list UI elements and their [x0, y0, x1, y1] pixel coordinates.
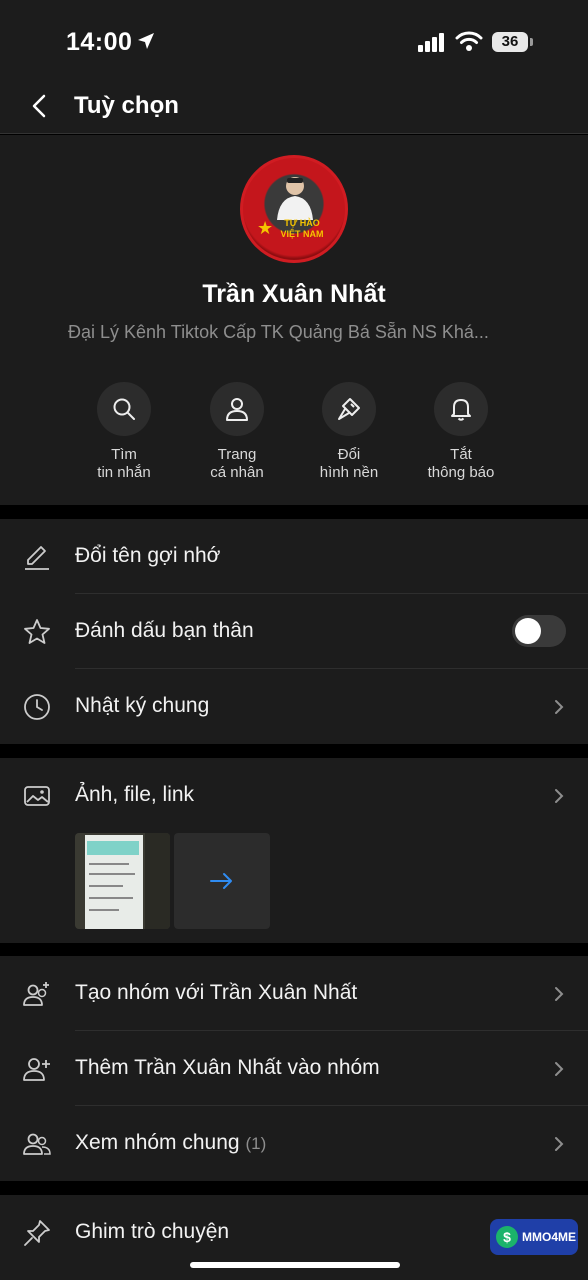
chevron-left-icon [32, 94, 46, 118]
create-group-icon [23, 982, 49, 1006]
best-friend-row: Đánh dấu bạn thân [0, 594, 588, 669]
best-friend-toggle[interactable] [512, 615, 566, 647]
toggle-knob [515, 618, 541, 644]
bell-icon [434, 382, 488, 436]
media-section: Ảnh, file, link [0, 758, 588, 943]
action-mute-notifications[interactable]: Tắt thông báo [406, 382, 516, 482]
profile-name: Trần Xuân Nhất [202, 280, 386, 308]
common-groups-row[interactable]: Xem nhóm chung (1) [0, 1106, 588, 1181]
add-person-icon [23, 1058, 50, 1081]
row-label: Nhật ký chung [75, 694, 210, 717]
star-outline-icon [24, 619, 50, 644]
media-row[interactable]: Ảnh, file, link [0, 758, 588, 833]
row-label: Đổi tên gợi nhớ [75, 544, 221, 567]
row-label: Ghim trò chuyện [75, 1220, 230, 1243]
avatar-caption: TỰ HÀO VIỆT NAM [280, 218, 324, 239]
row-label: Tạo nhóm với Trần Xuân Nhất [75, 981, 358, 1004]
star-icon: ★ [257, 218, 274, 238]
journal-row[interactable]: Nhật ký chung [0, 669, 588, 744]
person-icon [210, 382, 264, 436]
watermark-logo: $ MMO4ME [490, 1219, 578, 1255]
row-label: Thêm Trần Xuân Nhất vào nhóm [75, 1056, 380, 1079]
chevron-right-icon [555, 789, 564, 803]
action-label: Trang cá nhân [210, 446, 264, 481]
action-label: Tắt thông báo [427, 446, 495, 481]
groups-section: Tạo nhóm với Trần Xuân Nhất Thêm Trần Xu… [0, 956, 588, 1181]
header: Tuỳ chọn [0, 80, 588, 134]
pencil-icon [25, 546, 49, 570]
wifi-icon [455, 30, 483, 57]
action-profile[interactable]: Trang cá nhân [182, 382, 292, 482]
common-groups-label: Xem nhóm chung [75, 1131, 240, 1154]
clock-icon [24, 694, 50, 720]
chevron-right-icon [555, 1062, 564, 1076]
row-label: Đánh dấu bạn thân [75, 619, 254, 642]
chevron-right-icon [555, 700, 564, 714]
common-groups-count: (1) [245, 1134, 267, 1153]
status-time: 14:00 [66, 28, 133, 56]
options-section: Đổi tên gợi nhớ Đánh dấu bạn thân Nhật k… [0, 519, 588, 744]
watermark-text: MMO4ME [522, 1230, 576, 1244]
paintbrush-icon [322, 382, 376, 436]
row-label: Ảnh, file, link [75, 783, 195, 806]
action-search-messages[interactable]: Tìm tin nhắn [69, 382, 179, 482]
status-bar: 14:00 36 [0, 0, 588, 80]
cellular-signal-icon [418, 32, 446, 57]
avatar[interactable]: ★ TỰ HÀO VIỆT NAM [240, 155, 348, 263]
profile-section: ★ TỰ HÀO VIỆT NAM Trần Xuân Nhất Đại Lý … [0, 135, 588, 505]
chevron-right-icon [555, 1137, 564, 1151]
avatar-person-image [277, 177, 313, 220]
chevron-right-icon [555, 987, 564, 1001]
group-icon [23, 1133, 51, 1155]
media-more-button[interactable] [174, 833, 270, 929]
location-arrow-icon [137, 32, 155, 55]
pin-icon [24, 1220, 50, 1246]
battery-indicator: 36 [492, 32, 528, 52]
battery-tip [530, 38, 533, 46]
action-label: Tìm tin nhắn [97, 446, 151, 481]
document-photo-image [75, 833, 170, 929]
action-change-wallpaper[interactable]: Đổi hình nền [294, 382, 404, 482]
profile-description: Đại Lý Kênh Tiktok Cấp TK Quảng Bá Sẵn N… [68, 322, 489, 342]
dollar-coin-icon: $ [496, 1226, 518, 1248]
media-thumbnail[interactable] [75, 833, 170, 929]
home-indicator[interactable] [190, 1262, 400, 1268]
page-title: Tuỳ chọn [74, 92, 179, 119]
arrow-right-icon [210, 873, 232, 889]
add-to-group-row[interactable]: Thêm Trần Xuân Nhất vào nhóm [0, 1031, 588, 1106]
search-icon [97, 382, 151, 436]
back-button[interactable] [24, 90, 56, 122]
row-label: Xem nhóm chung (1) [75, 1131, 266, 1155]
rename-row[interactable]: Đổi tên gợi nhớ [0, 519, 588, 594]
photo-gallery-icon [24, 786, 50, 806]
action-label: Đổi hình nền [319, 446, 379, 481]
create-group-row[interactable]: Tạo nhóm với Trần Xuân Nhất [0, 956, 588, 1031]
